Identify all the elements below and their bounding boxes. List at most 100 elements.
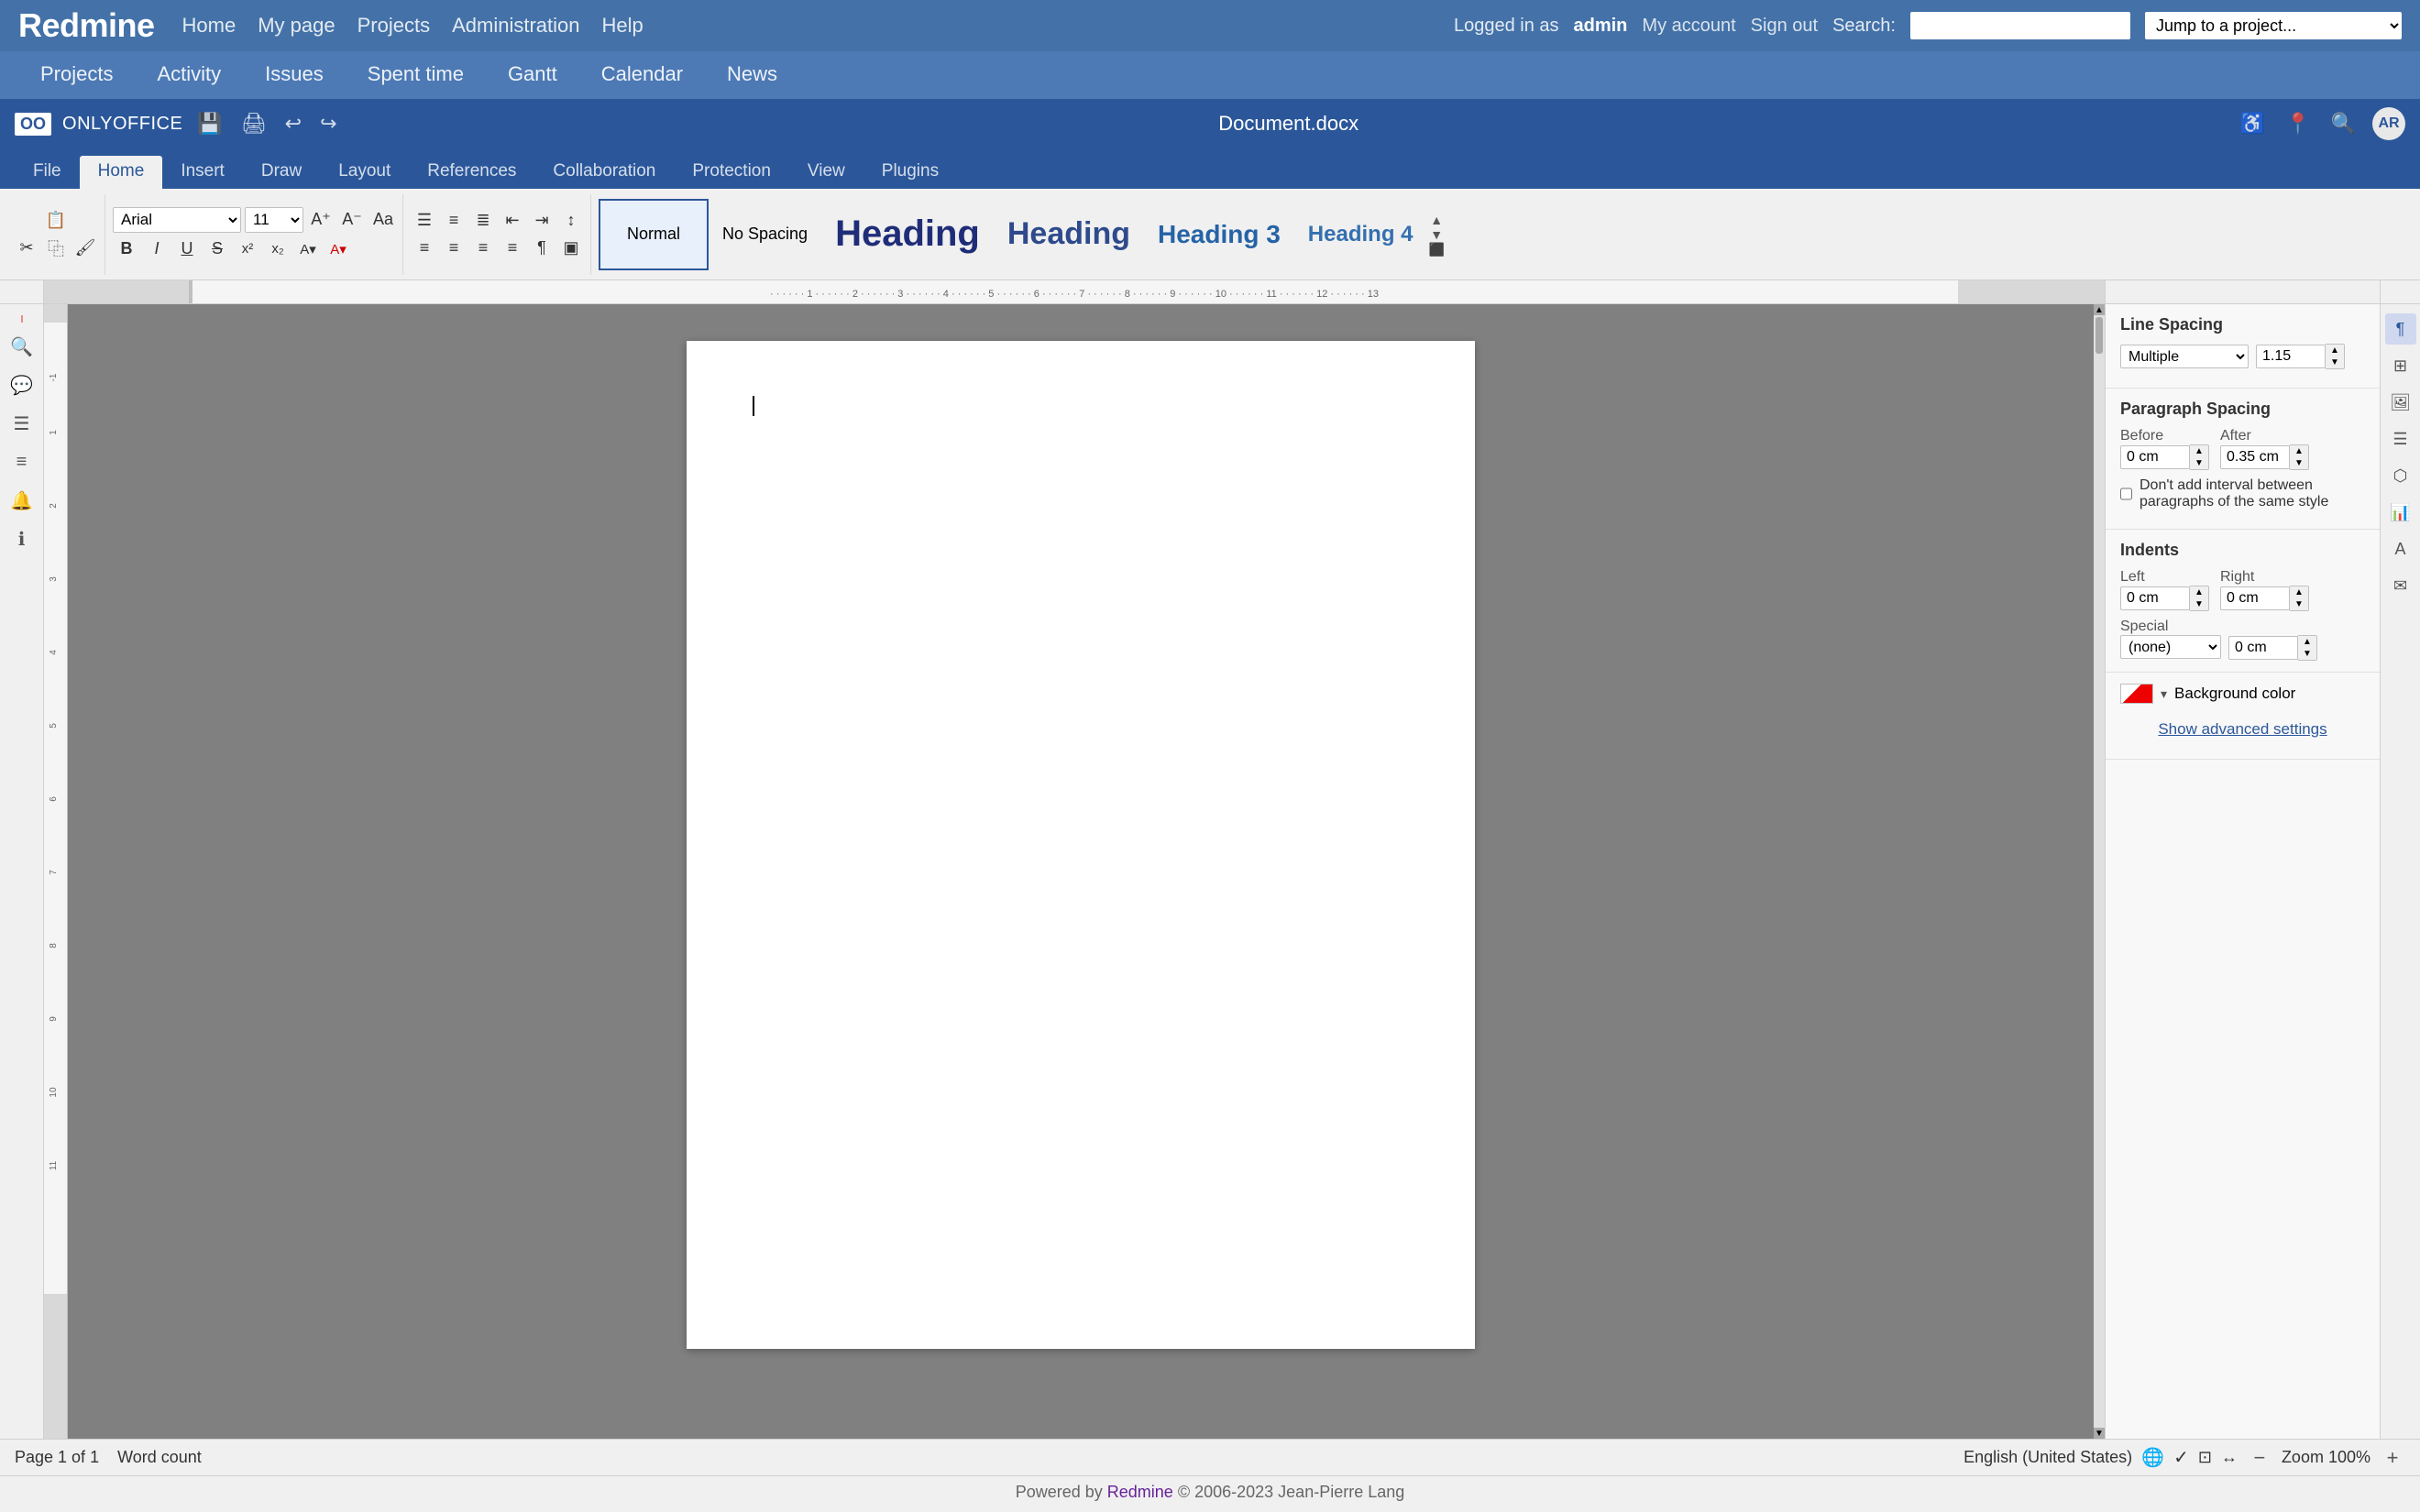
track-changes-icon[interactable]: ✓: [2173, 1446, 2189, 1469]
shape-settings-icon[interactable]: ⬡: [2385, 460, 2416, 491]
tab-references[interactable]: References: [409, 156, 534, 189]
line-spacing-up-button[interactable]: ▲: [2326, 345, 2344, 356]
page-container[interactable]: [68, 304, 2094, 1439]
after-up-button[interactable]: ▲: [2290, 445, 2308, 457]
signature-icon[interactable]: ✉: [2385, 570, 2416, 601]
line-spacing-down-button[interactable]: ▼: [2326, 356, 2344, 368]
underline-button[interactable]: U: [173, 236, 201, 262]
font-name-select[interactable]: Arial: [113, 207, 241, 233]
tab-view[interactable]: View: [789, 156, 864, 189]
subscript-button[interactable]: x₂: [264, 236, 292, 262]
style-heading1[interactable]: Heading: [821, 199, 994, 270]
navigator-icon[interactable]: ☰: [6, 407, 38, 440]
style-heading3[interactable]: Heading 3: [1144, 199, 1294, 270]
bold-button[interactable]: B: [113, 236, 140, 262]
search-input[interactable]: [1910, 12, 2130, 39]
after-value-input[interactable]: [2220, 445, 2290, 469]
strikethrough-button[interactable]: S: [204, 236, 231, 262]
navbar-gantt[interactable]: Gantt: [486, 51, 579, 99]
show-advanced-settings-link[interactable]: Show advanced settings: [2120, 711, 2365, 748]
style-heading2[interactable]: Heading: [994, 199, 1144, 270]
find-icon[interactable]: 🔍: [6, 330, 38, 363]
before-up-button[interactable]: ▲: [2190, 445, 2208, 457]
document-area[interactable]: -1 1 2 3 4 5 6 7 8 9 10 11: [44, 304, 2105, 1439]
undo-icon[interactable]: ↩: [281, 108, 305, 139]
copy-button[interactable]: ⿻: [42, 236, 70, 261]
multilevel-list-button[interactable]: ≣: [469, 208, 497, 234]
align-justify-button[interactable]: ≡: [499, 236, 526, 261]
font-size-decrease-button[interactable]: A⁻: [338, 207, 366, 233]
special-down-button[interactable]: ▼: [2298, 648, 2316, 660]
topnav-help[interactable]: Help: [602, 14, 644, 38]
topnav-projects[interactable]: Projects: [358, 14, 430, 38]
change-case-button[interactable]: Aa: [369, 207, 397, 233]
notification-icon[interactable]: 🔔: [6, 484, 38, 517]
header-footer-icon[interactable]: ☰: [2385, 423, 2416, 455]
paste-button[interactable]: 📋: [42, 208, 70, 234]
navbar-projects[interactable]: Projects: [18, 51, 135, 99]
tab-plugins[interactable]: Plugins: [864, 156, 957, 189]
image-settings-icon[interactable]: 🖼: [2385, 387, 2416, 418]
style-gallery-scroll[interactable]: ▲ ▼ ⬛: [1427, 212, 1446, 257]
special-cm-input[interactable]: [2228, 636, 2298, 660]
my-account-link[interactable]: My account: [1642, 16, 1735, 37]
spell-check-icon[interactable]: 🌐: [2141, 1446, 2164, 1469]
navbar-issues[interactable]: Issues: [243, 51, 346, 99]
numbered-list-button[interactable]: ≡: [440, 208, 468, 234]
dont-add-interval-checkbox[interactable]: [2120, 486, 2132, 502]
scroll-thumb[interactable]: [2096, 317, 2103, 354]
special-select[interactable]: (none) First line Hanging: [2120, 635, 2221, 659]
language-select[interactable]: English (United States): [1964, 1448, 2132, 1467]
redmine-link[interactable]: Redmine: [1107, 1483, 1173, 1501]
tab-layout[interactable]: Layout: [320, 156, 409, 189]
info-icon[interactable]: ℹ: [6, 522, 38, 555]
shading-button[interactable]: ▣: [557, 236, 585, 261]
after-down-button[interactable]: ▼: [2290, 457, 2308, 469]
tab-draw[interactable]: Draw: [243, 156, 320, 189]
vertical-scrollbar[interactable]: ▲ ▼: [2094, 304, 2105, 1439]
indent-left-input[interactable]: [2120, 586, 2190, 610]
style-normal[interactable]: Normal: [599, 199, 709, 270]
line-spacing-type-select[interactable]: Multiple Single 1.5 lines Double Exactly…: [2120, 345, 2249, 368]
tab-protection[interactable]: Protection: [674, 156, 789, 189]
navbar-news[interactable]: News: [705, 51, 799, 99]
zoom-out-button[interactable]: −: [2247, 1445, 2272, 1471]
line-spacing-value-input[interactable]: [2256, 345, 2326, 368]
align-left-button[interactable]: ≡: [411, 236, 438, 261]
background-color-swatch[interactable]: [2120, 684, 2153, 704]
sign-out-link[interactable]: Sign out: [1751, 16, 1818, 37]
topnav-home[interactable]: Home: [182, 14, 236, 38]
tab-collaboration[interactable]: Collaboration: [534, 156, 674, 189]
navbar-calendar[interactable]: Calendar: [579, 51, 705, 99]
scroll-up-button[interactable]: ▲: [2094, 304, 2105, 315]
chart-settings-icon[interactable]: 📊: [2385, 497, 2416, 528]
indent-left-down-button[interactable]: ▼: [2190, 598, 2208, 610]
font-size-increase-button[interactable]: A⁺: [307, 207, 335, 233]
highlight-color-button[interactable]: A▾: [294, 236, 322, 262]
username-link[interactable]: admin: [1574, 16, 1628, 37]
italic-button[interactable]: I: [143, 236, 170, 262]
zoom-in-button[interactable]: +: [2380, 1445, 2405, 1471]
before-value-input[interactable]: [2120, 445, 2190, 469]
paragraph-marks-button[interactable]: ¶: [528, 236, 556, 261]
before-down-button[interactable]: ▼: [2190, 457, 2208, 469]
tab-insert[interactable]: Insert: [162, 156, 243, 189]
topnav-administration[interactable]: Administration: [452, 14, 579, 38]
table-settings-icon[interactable]: ⊞: [2385, 350, 2416, 381]
indent-right-down-button[interactable]: ▼: [2290, 598, 2308, 610]
save-local-icon[interactable]: 💾: [193, 108, 226, 139]
redo-icon[interactable]: ↪: [316, 108, 340, 139]
special-up-button[interactable]: ▲: [2298, 636, 2316, 648]
tab-home[interactable]: Home: [80, 156, 163, 189]
jump-to-project-select[interactable]: Jump to a project...: [2145, 12, 2402, 39]
document-page[interactable]: [687, 341, 1475, 1349]
increase-indent-button[interactable]: ⇥: [528, 208, 556, 234]
topnav-mypage[interactable]: My page: [258, 14, 335, 38]
indent-right-input[interactable]: [2220, 586, 2290, 610]
comments-icon[interactable]: 💬: [6, 368, 38, 401]
background-color-dropdown-button[interactable]: ▾: [2161, 686, 2167, 702]
plugins-sidebar-icon[interactable]: ≡: [6, 445, 38, 478]
navbar-activity[interactable]: Activity: [135, 51, 243, 99]
cut-button[interactable]: ✂: [13, 236, 40, 261]
navbar-spenttime[interactable]: Spent time: [346, 51, 486, 99]
